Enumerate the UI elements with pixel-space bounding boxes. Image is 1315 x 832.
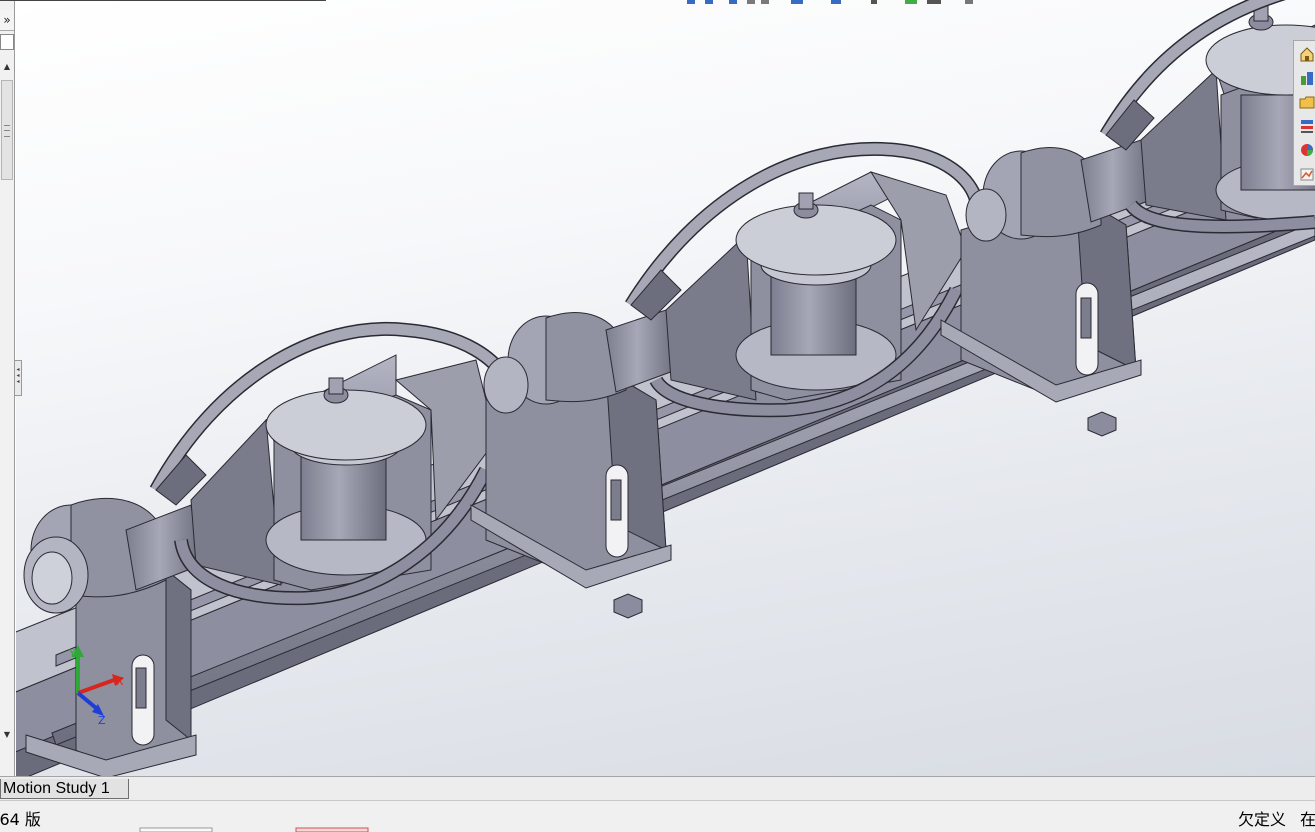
previous-view-icon[interactable]: [729, 0, 737, 4]
view-settings-icon[interactable]: [927, 0, 941, 4]
view-orientation-icon[interactable]: [761, 0, 769, 4]
motion-study-tabs: Motion Study 1: [0, 776, 1315, 800]
custom-properties-icon[interactable]: [1298, 164, 1315, 184]
zoom-to-fit-icon[interactable]: [687, 0, 695, 4]
winding-unit-3: [940, 0, 1315, 403]
home-icon[interactable]: [1298, 44, 1315, 64]
taskbar-edge: [139, 827, 369, 832]
view-palette-icon[interactable]: [1298, 116, 1315, 136]
triad-z-label: Z: [98, 714, 106, 727]
feature-manager-panel-collapsed: » ▲ ▼: [0, 0, 15, 776]
appearances-scenes-icon[interactable]: [1298, 140, 1315, 160]
section-view-icon[interactable]: [747, 0, 755, 4]
scrollbar-grip-icon: [4, 125, 10, 137]
panel-field[interactable]: [0, 34, 14, 50]
triad-y-label: Y: [68, 647, 76, 660]
scroll-down-arrow[interactable]: ▼: [0, 726, 14, 744]
design-library-icon[interactable]: [1298, 68, 1315, 88]
window-edge-line: [0, 0, 326, 1]
heads-up-view-toolbar[interactable]: [683, 0, 983, 6]
3d-model-view[interactable]: Y X Z: [16, 0, 1315, 776]
edit-appearance-icon[interactable]: [871, 0, 877, 4]
expand-panel-button[interactable]: »: [0, 10, 14, 31]
taskbar-button[interactable]: [139, 827, 213, 832]
zoom-area-icon[interactable]: [705, 0, 713, 4]
scroll-up-arrow[interactable]: ▲: [0, 58, 14, 76]
scrollbar-thumb[interactable]: [1, 80, 13, 180]
taskbar-button[interactable]: [295, 827, 369, 832]
file-explorer-icon[interactable]: [1298, 92, 1315, 112]
tab-motion-study-1[interactable]: Motion Study 1: [0, 779, 129, 799]
graphics-viewport[interactable]: Y X Z: [16, 0, 1315, 776]
panel-splitter-handle[interactable]: ◂ ◂ ◂: [14, 360, 22, 396]
triad-x-label: X: [116, 675, 124, 688]
toolbar-more-icon[interactable]: [965, 0, 973, 4]
display-style-icon[interactable]: [791, 0, 803, 4]
winding-unit-2: [470, 141, 983, 589]
hide-show-items-icon[interactable]: [831, 0, 841, 4]
task-pane-tabs: [1293, 40, 1315, 186]
apply-scene-icon[interactable]: [905, 0, 917, 4]
